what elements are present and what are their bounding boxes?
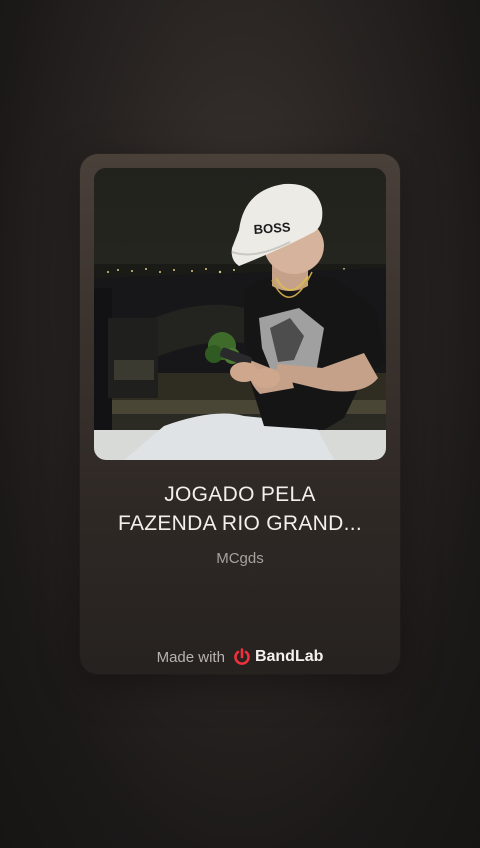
track-title-line-2: FAZENDA RIO GRAND... [117, 512, 363, 535]
made-with-label: Made with [156, 648, 225, 666]
made-with-badge[interactable]: Made with BandLab [80, 648, 400, 666]
share-story-screen: BOSS JOGADO PELA FAZENDA RIO GRAND... MC… [0, 0, 480, 848]
bandlab-brand: BandLab [233, 648, 323, 666]
cap-logo-text: BOSS [253, 219, 291, 237]
cover-art: BOSS [94, 168, 386, 460]
track-card[interactable]: BOSS JOGADO PELA FAZENDA RIO GRAND... MC… [80, 154, 400, 674]
track-title[interactable]: JOGADO PELA FAZENDA RIO GRAND... [80, 480, 400, 538]
bandlab-label: BandLab [254, 648, 324, 665]
bandlab-logo-icon [233, 648, 251, 666]
artist-name[interactable]: MCgds [80, 550, 400, 567]
track-title-line-1: JOGADO PELA [164, 483, 316, 506]
